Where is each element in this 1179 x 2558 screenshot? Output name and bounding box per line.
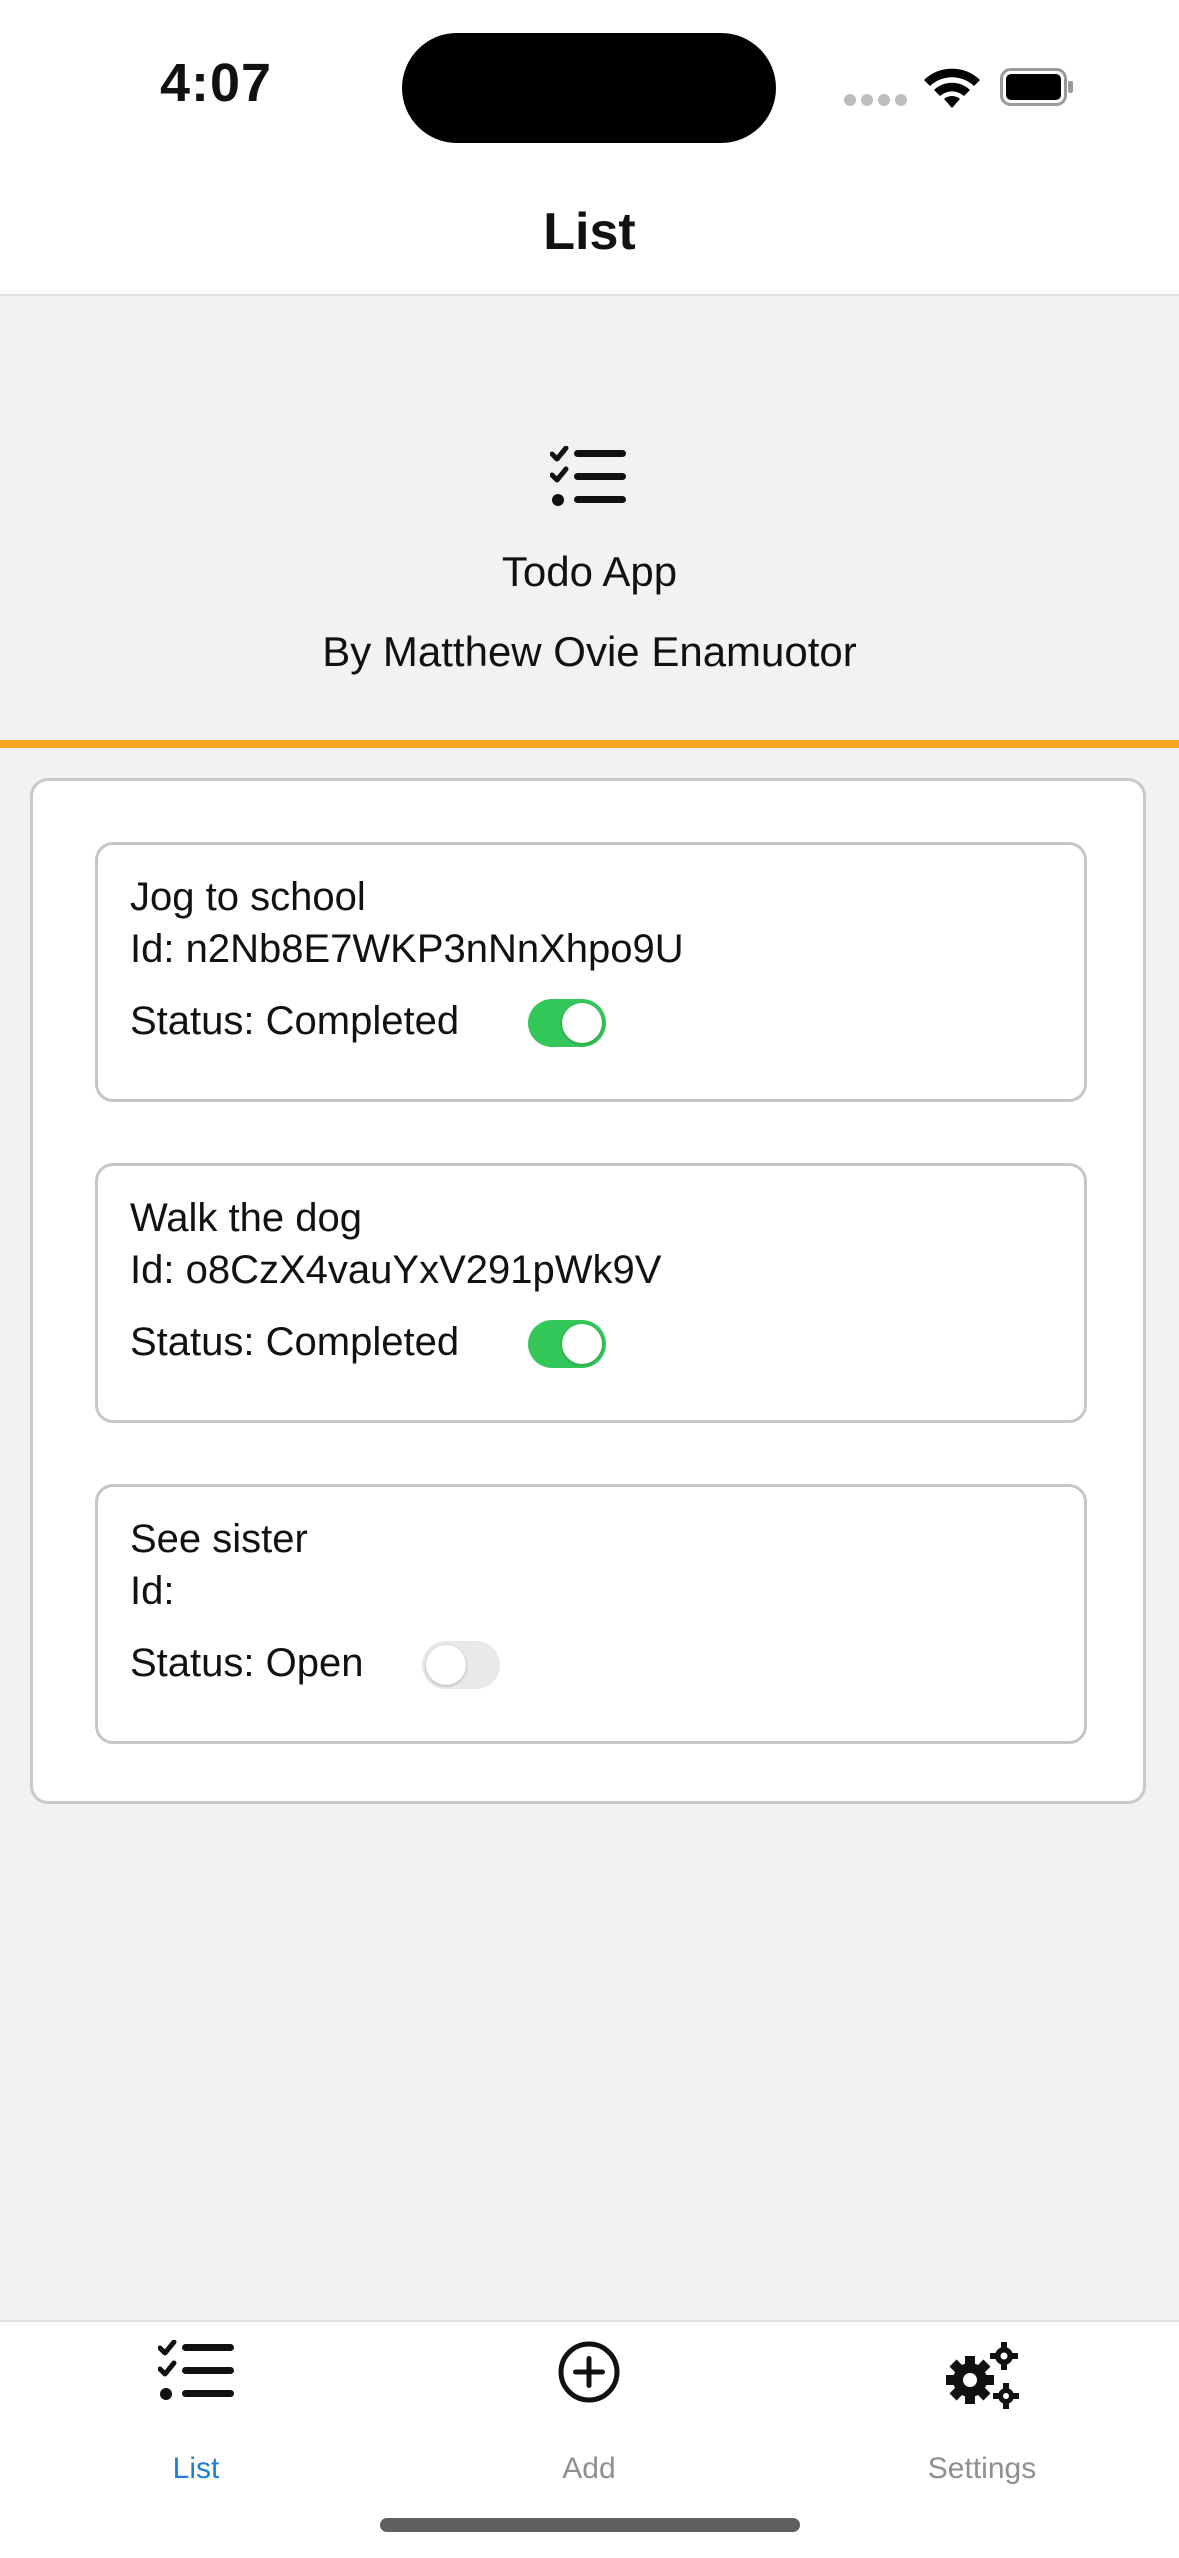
tab-list[interactable]: List (76, 2340, 316, 2490)
todo-card[interactable]: See sister Id: Status: Open (95, 1484, 1087, 1744)
gears-icon (946, 2342, 1019, 2409)
tab-bar: List Add Settings (0, 2320, 1179, 2558)
toggle-knob (562, 1003, 602, 1043)
tab-label-list: List (172, 2452, 220, 2485)
tab-label-settings: Settings (927, 2452, 1037, 2485)
status-toggle[interactable] (528, 1320, 606, 1368)
checklist-icon (550, 446, 626, 506)
todo-title: Jog to school (130, 875, 366, 919)
status-bar: 4:07 (0, 0, 1179, 180)
home-indicator[interactable] (380, 2518, 800, 2532)
todo-card[interactable]: Jog to school Id: n2Nb8E7WKP3nNnXhpo9U S… (95, 842, 1087, 1102)
todo-status: Status: Completed (130, 1320, 460, 1364)
todo-title: See sister (130, 1517, 308, 1561)
todo-id: Id: (130, 1569, 175, 1613)
status-toggle[interactable] (528, 999, 606, 1047)
app-name: Todo App (501, 548, 678, 595)
tab-label-add: Add (562, 2452, 616, 2485)
page-title: List (543, 203, 636, 261)
todo-id: Id: n2Nb8E7WKP3nNnXhpo9U (130, 927, 684, 971)
cellular-signal-icon (844, 94, 908, 108)
plus-circle-icon (558, 2341, 620, 2403)
tab-add[interactable]: Add (469, 2340, 709, 2490)
todo-id: Id: o8CzX4vauYxV291pWk9V (130, 1248, 662, 1292)
app-header: Todo App By Matthew Ovie Enamuotor (0, 296, 1179, 748)
battery-icon (1000, 68, 1073, 106)
status-toggle[interactable] (422, 1641, 500, 1689)
tab-settings[interactable]: Settings (862, 2340, 1102, 2490)
todo-list: Jog to school Id: n2Nb8E7WKP3nNnXhpo9U S… (30, 778, 1146, 1804)
todo-status: Status: Completed (130, 999, 460, 1043)
status-time: 4:07 (160, 53, 273, 113)
checklist-icon (158, 2340, 234, 2400)
navigation-bar: List (0, 180, 1179, 296)
app-author: By Matthew Ovie Enamuotor (322, 628, 857, 675)
todo-status: Status: Open (130, 1641, 364, 1685)
wifi-icon (924, 68, 980, 108)
toggle-knob (426, 1645, 466, 1685)
toggle-knob (562, 1324, 602, 1364)
todo-card[interactable]: Walk the dog Id: o8CzX4vauYxV291pWk9V St… (95, 1163, 1087, 1423)
dynamic-island (402, 33, 776, 143)
todo-title: Walk the dog (130, 1196, 362, 1240)
